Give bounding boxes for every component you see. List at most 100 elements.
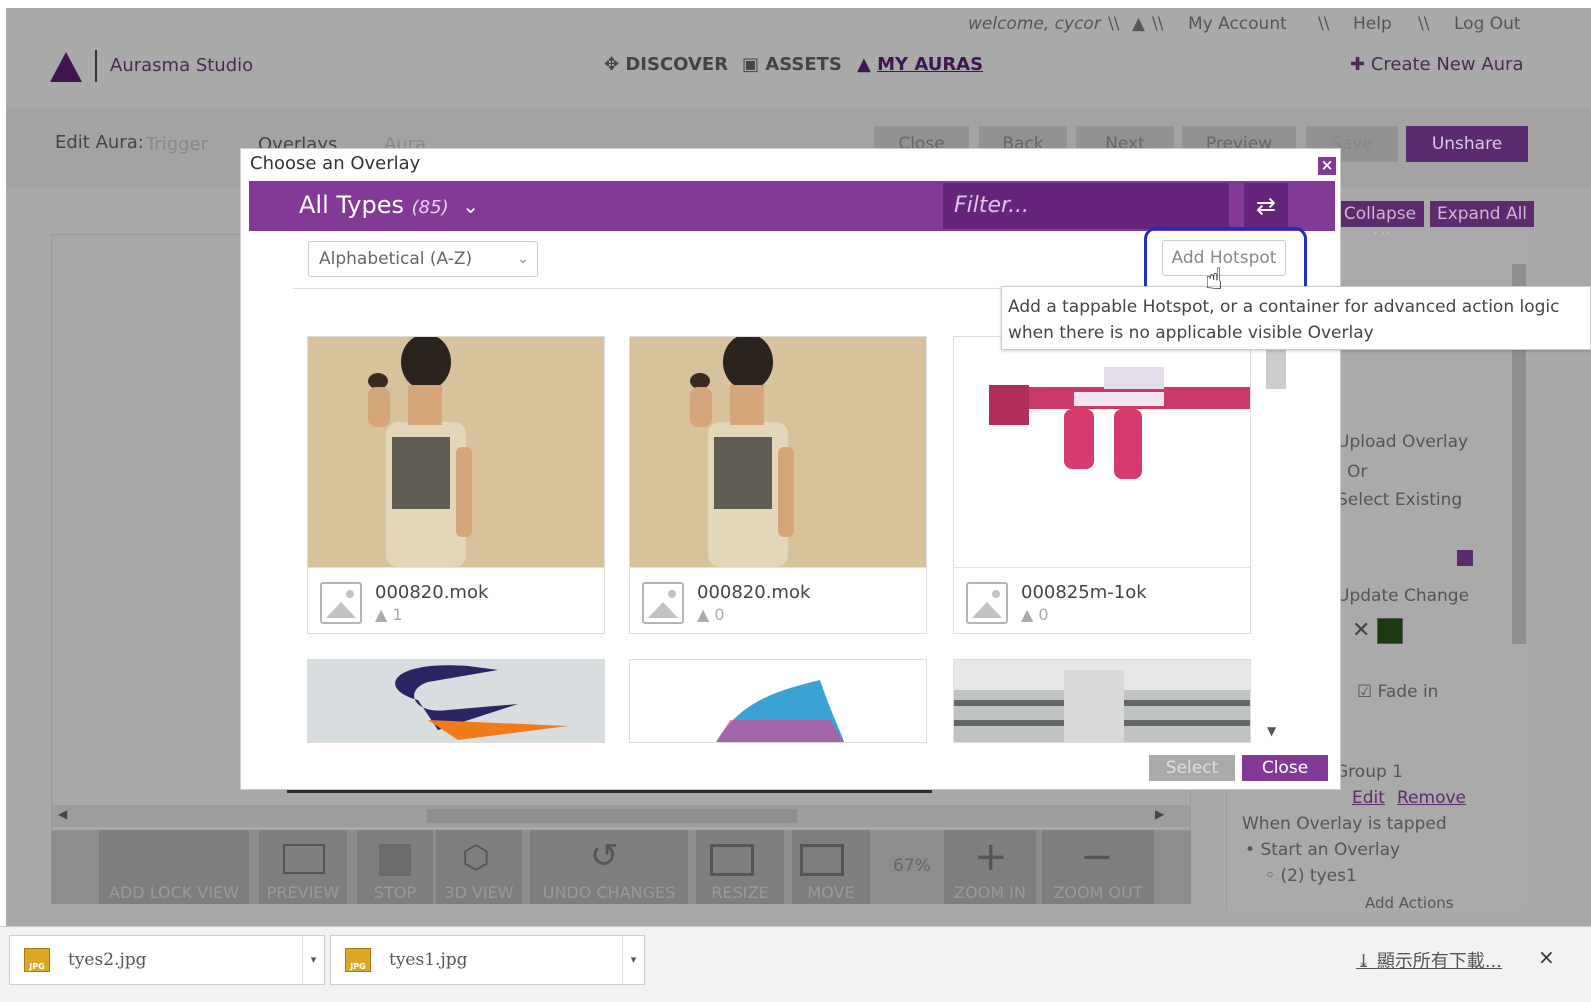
preview-tool-button[interactable]: PREVIEW [259,830,347,904]
aurasma-logo-icon[interactable] [50,52,82,82]
jpg-file-icon: JPG [345,948,371,972]
overlay-meta: 000820.mok ▲ 1 [308,567,604,633]
my-account-link[interactable]: My Account [1188,14,1287,34]
nav-assets[interactable]: ▣ ASSETS [742,54,842,75]
overlay-card[interactable] [953,659,1251,743]
image-placeholder-icon [642,582,684,624]
aura-icon: ▲ [857,54,878,75]
hand-cursor-icon: ☝ [1205,262,1224,297]
add-actions-link[interactable]: Add Actions [1365,894,1454,912]
brand-name[interactable]: Aurasma Studio [110,55,253,76]
add-lock-view-button[interactable]: ADD LOCK VIEW [99,830,249,904]
welcome-text: welcome, cycor [968,14,1101,34]
stop-button[interactable]: STOP [357,830,433,904]
user-bar: welcome, cycor \\ ▲ \\ My Account \\ Hel… [6,8,1591,42]
nav-my-auras[interactable]: ▲ MY AURAS [857,54,983,75]
image-placeholder-icon [966,582,1008,624]
refresh-icon[interactable]: ⇄ [1244,183,1288,229]
color-swatch[interactable] [1377,618,1403,644]
undo-changes-button[interactable]: ↺ UNDO CHANGES [530,830,688,904]
zoom-level: 67% [893,856,931,876]
separator: \\ [1318,14,1330,34]
overlay-name: 000825m-1ok [1021,582,1147,603]
dialog-close-icon[interactable]: × [1318,157,1336,175]
select-button[interactable]: Select [1149,755,1235,781]
jpg-file-icon: JPG [24,948,50,972]
aura-icon: ▲ [375,605,388,624]
step-trigger[interactable]: Trigger [146,134,208,155]
move-button[interactable]: MOVE [792,830,870,904]
download-item[interactable]: JPG tyes2.jpg ▾ [9,935,325,985]
overlay-thumbnail [630,337,926,567]
type-dropdown[interactable]: All Types (85) ⌄ [299,191,479,219]
undo-icon: ↺ [590,836,619,876]
overlay-card[interactable] [629,659,927,743]
overlay-card[interactable]: 000820.mok ▲ 0 [629,336,927,634]
chevron-down-icon[interactable]: ▾ [302,936,324,984]
overlay-name: 000820.mok [375,582,489,603]
zoom-in-button[interactable]: + ZOOM IN [944,830,1036,904]
aura-icon: ▲ [697,605,710,624]
logout-link[interactable]: Log Out [1454,14,1521,34]
unshare-button[interactable]: Unshare [1406,126,1528,162]
compass-icon: ✥ [604,54,626,75]
move-icon [800,844,844,876]
type-count: (85) [411,197,449,218]
overlay-meta: 000825m-1ok ▲ 0 [954,567,1250,633]
overlay-name: 000820.mok [697,582,811,603]
help-link[interactable]: Help [1353,14,1392,34]
overlay-thumbnail [308,337,604,567]
chevron-down-icon[interactable]: ▾ [622,936,644,984]
or-text: Or [1347,462,1368,482]
resize-button[interactable]: RESIZE [696,830,784,904]
scroll-thumb[interactable] [427,809,797,823]
separator: \\ [1108,14,1120,34]
remove-link[interactable]: Remove [1397,788,1466,808]
horizontal-scrollbar[interactable]: ◀ ▶ [52,805,1190,827]
list-scrollbar-thumb[interactable] [1266,349,1286,389]
edit-aura-label: Edit Aura: [55,132,144,153]
separator: \\ [1152,14,1164,34]
select-existing-link[interactable]: Select Existing [1337,490,1462,510]
start-overlay-item: • Start an Overlay [1245,840,1401,860]
download-bar: JPG tyes2.jpg ▾ JPG tyes1.jpg ▾ ⤓ 顯示所有下載… [0,926,1591,1002]
overlay-thumbnail [954,337,1250,567]
download-icon: ⤓ [1356,951,1377,972]
collapse-icon[interactable] [1457,550,1473,566]
resize-icon [710,844,754,876]
notification-icon[interactable]: ▲ [1132,14,1145,34]
filter-input[interactable]: Filter... [943,183,1229,229]
cube-icon: ⬡ [462,838,490,876]
collapse-all-button[interactable]: Collapse All [1336,201,1424,250]
aura-icon: ▲ [1021,605,1034,624]
overlay-card[interactable]: 000820.mok ▲ 1 [307,336,605,634]
chevron-down-icon: ⌄ [517,251,529,267]
image-icon: ▣ [742,54,766,75]
sort-select[interactable]: Alphabetical (A-Z) ⌄ [308,241,538,277]
nav-discover[interactable]: ✥ DISCOVER [604,54,728,75]
download-item[interactable]: JPG tyes1.jpg ▾ [330,935,645,985]
overlay-card[interactable] [307,659,605,743]
expand-all-button[interactable]: Expand All [1430,201,1534,227]
fade-in-checkbox[interactable]: ☑ Fade in [1357,682,1438,702]
overlay-card[interactable]: 000825m-1ok ▲ 0 [953,336,1251,634]
scroll-left-icon[interactable]: ◀ [58,807,67,821]
divider [95,50,97,82]
update-change-label: Update Change [1337,586,1470,606]
aura-count: ▲ 1 [375,605,403,624]
aura-count: ▲ 0 [697,605,725,624]
3d-view-button[interactable]: ⬡ 3D VIEW [436,830,522,904]
add-hotspot-button[interactable]: Add Hotspot [1162,240,1286,276]
overlay-thumbnail [954,660,1250,742]
clear-color-icon[interactable]: ✕ [1352,618,1370,643]
brand-bar: Aurasma Studio ✥ DISCOVER ▣ ASSETS ▲ MY … [6,42,1591,110]
upload-overlay-link[interactable]: Upload Overlay [1337,432,1468,452]
scroll-down-icon[interactable]: ▼ [1267,724,1276,738]
create-new-aura-link[interactable]: ✚ Create New Aura [1350,54,1523,75]
edit-link[interactable]: Edit [1352,788,1385,808]
zoom-out-button[interactable]: − ZOOM OUT [1042,830,1154,904]
close-dialog-button[interactable]: Close [1242,755,1328,781]
close-icon[interactable]: × [1538,945,1555,969]
scroll-right-icon[interactable]: ▶ [1155,807,1164,821]
show-all-downloads-link[interactable]: ⤓ 顯示所有下載... [1356,947,1502,973]
